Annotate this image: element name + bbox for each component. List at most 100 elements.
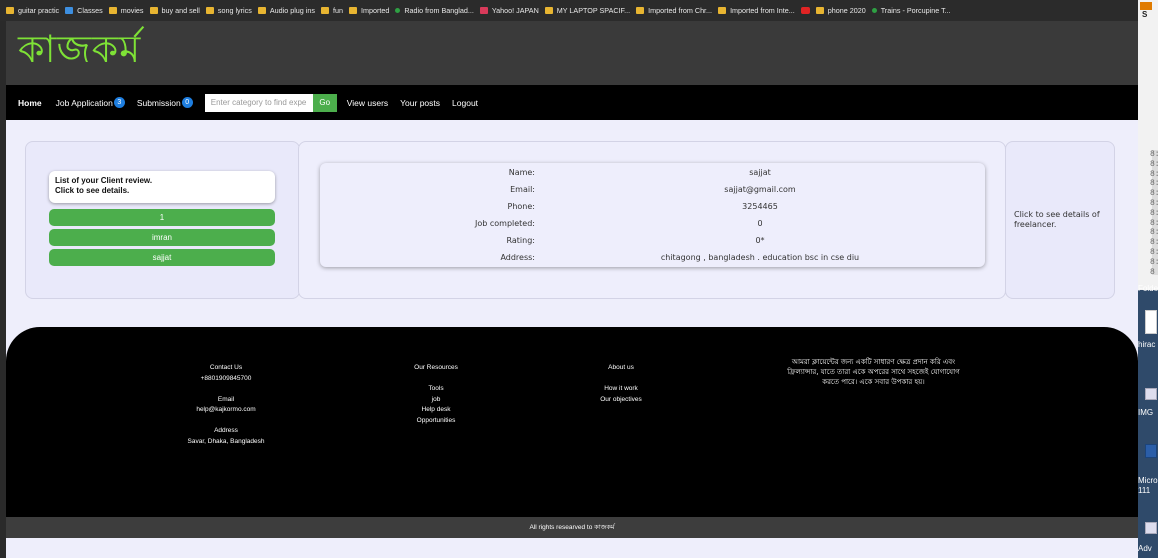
- nav-submission-label: Submission: [136, 97, 181, 108]
- nav-view-users[interactable]: View users: [347, 98, 388, 108]
- background-window[interactable]: S 8: 8: 8: 8: 8: 8: 8: 8: 8: 8: 8: 8: 8: [1138, 0, 1158, 290]
- review-item-button[interactable]: sajjat: [49, 249, 275, 266]
- bookmark-label: fun: [332, 6, 343, 15]
- bookmark-item[interactable]: Imported from Inte...: [718, 6, 795, 15]
- profile-label: Name:: [508, 168, 535, 177]
- bookmark-item[interactable]: song lyrics: [205, 6, 252, 15]
- client-review-heading[interactable]: List of your Client review. Click to see…: [49, 171, 275, 203]
- footer-copyright: All rights researved to কাজকর্ম: [6, 517, 1138, 538]
- bookmark-label: Classes: [77, 6, 103, 15]
- folder-icon: [149, 7, 158, 14]
- footer-email[interactable]: help@kajkormo.com: [156, 405, 296, 416]
- folder-icon: [815, 7, 824, 14]
- app-shortcut-icon[interactable]: [1145, 522, 1157, 534]
- job-application-count-badge: 3: [113, 97, 125, 108]
- bookmark-label: Trains - Porcupine T...: [880, 6, 951, 15]
- site-footer: Contact Us +8801909845700 Email help@kaj…: [6, 327, 1138, 517]
- desktop-label[interactable]: hirac: [1138, 340, 1155, 349]
- desktop-background: S 8: 8: 8: 8: 8: 8: 8: 8: 8: 8: 8: 8: 8 …: [1138, 0, 1158, 558]
- nav-submission[interactable]: Submission 0: [137, 97, 193, 108]
- classes-icon: [65, 7, 74, 14]
- footer-link-tools[interactable]: Tools: [386, 384, 486, 395]
- category-search-input[interactable]: [204, 93, 313, 112]
- search-go-button[interactable]: Go: [312, 93, 337, 112]
- bookmark-item[interactable]: Trains - Porcupine T...: [871, 6, 951, 15]
- desktop-label[interactable]: Micro 111: [1138, 476, 1158, 496]
- profile-value: sajjat: [749, 168, 771, 177]
- bookmark-label: MY LAPTOP SPACIF...: [556, 6, 631, 15]
- footer-phone: +8801909845700: [200, 374, 252, 382]
- bookmark-item[interactable]: Yahoo! JAPAN: [479, 6, 539, 15]
- bookmark-label: phone 2020: [827, 6, 866, 15]
- window-letter: S: [1142, 10, 1148, 19]
- footer-address-title: Address: [214, 427, 238, 434]
- bookmark-item[interactable]: movies: [108, 6, 144, 15]
- profile-row-address: Address: chitagong , bangladesh . educat…: [320, 251, 985, 268]
- profile-value: 0: [757, 219, 763, 228]
- main-nav: Home Job Application 3 Submission 0 Go V…: [6, 85, 1138, 120]
- nav-home[interactable]: Home: [18, 98, 42, 108]
- bookmark-item[interactable]: Imported from Chr...: [636, 6, 712, 15]
- bookmark-label: Imported: [360, 6, 390, 15]
- image-icon[interactable]: [1145, 388, 1157, 400]
- bookmark-item[interactable]: buy and sell: [149, 6, 200, 15]
- review-item-button[interactable]: 1: [49, 209, 275, 226]
- profile-label: Phone:: [507, 202, 535, 211]
- site-logo[interactable]: কাজকর্ম: [18, 25, 141, 73]
- bookmarks-bar: guitar practic Classes movies buy and sell s…: [0, 0, 1138, 21]
- review-item-button[interactable]: imran: [49, 229, 275, 246]
- profile-row-jobs: Job completed: 0: [320, 217, 985, 234]
- bookmark-item[interactable]: [800, 7, 810, 14]
- desktop-label[interactable]: Adv: [1138, 544, 1152, 553]
- folder-icon: [348, 7, 357, 14]
- nav-job-application[interactable]: Job Application 3: [56, 97, 125, 108]
- nav-logout[interactable]: Logout: [452, 98, 478, 108]
- nav-your-posts[interactable]: Your posts: [400, 98, 440, 108]
- footer-link-how-it-work[interactable]: How it work: [571, 384, 671, 395]
- app-icon: [1140, 2, 1152, 10]
- profile-row-name: Name: sajjat: [320, 166, 985, 183]
- radio-icon: [395, 8, 401, 13]
- site-header: কাজকর্ম: [6, 21, 1138, 85]
- bookmark-item[interactable]: Classes: [65, 6, 103, 15]
- footer-link-job[interactable]: job: [386, 395, 486, 406]
- bookmark-label: Imported from Chr...: [648, 6, 713, 15]
- bookmark-item[interactable]: guitar practic: [6, 6, 59, 15]
- desktop-label[interactable]: IMG: [1138, 408, 1153, 417]
- folder-icon: [544, 7, 553, 14]
- copyright-text: All rights researved to: [529, 524, 593, 531]
- profile-value: 3254465: [742, 202, 778, 211]
- screen: guitar practic Classes movies buy and sell s…: [0, 0, 1158, 558]
- profile-row-phone: Phone: 3254465: [320, 200, 985, 217]
- bookmark-label: Yahoo! JAPAN: [491, 6, 539, 15]
- profile-label: Rating:: [506, 236, 536, 245]
- bookmark-label: Radio from Banglad...: [404, 6, 474, 15]
- bookmark-label: movies: [120, 6, 144, 15]
- bookmark-item[interactable]: MY LAPTOP SPACIF...: [544, 6, 631, 15]
- folder-icon: [718, 7, 727, 14]
- bookmark-label: song lyrics: [217, 6, 252, 15]
- footer-link-opportunities[interactable]: Opportunities: [386, 416, 486, 427]
- bookmark-label: guitar practic: [18, 6, 60, 15]
- bookmark-item[interactable]: Imported: [348, 6, 390, 15]
- footer-link-help-desk[interactable]: Help desk: [386, 405, 486, 416]
- footer-email-title: Email: [217, 395, 235, 403]
- footer-resources: Our Resources Tools job Help desk Opport…: [386, 363, 486, 426]
- profile-label: Email:: [510, 185, 535, 194]
- word-icon[interactable]: [1145, 444, 1157, 458]
- bookmark-item[interactable]: phone 2020: [815, 6, 866, 15]
- bookmark-item[interactable]: fun: [320, 6, 343, 15]
- footer-link-objectives[interactable]: Our objectives: [571, 395, 671, 406]
- freelancer-panel[interactable]: Click to see details of freelancer.: [1005, 141, 1115, 299]
- bookmark-item[interactable]: Radio from Banglad...: [395, 6, 474, 15]
- bookmark-item[interactable]: Audio plug ins: [257, 6, 315, 15]
- desktop-label[interactable]: Folde: [1138, 284, 1158, 293]
- bookmark-label: Imported from Inte...: [730, 6, 795, 15]
- profile-value: chitagong , bangladesh . education bsc i…: [660, 253, 860, 262]
- window-text-lines: 8: 8: 8: 8: 8: 8: 8: 8: 8: 8: 8: 8: 8: [1150, 150, 1158, 277]
- profile-row-email: Email: sajjat@gmail.com: [320, 183, 985, 200]
- folder-icon: [6, 7, 14, 14]
- footer-about: About us How it work Our objectives: [571, 363, 671, 405]
- file-icon[interactable]: [1145, 310, 1157, 334]
- folder-icon: [257, 7, 266, 14]
